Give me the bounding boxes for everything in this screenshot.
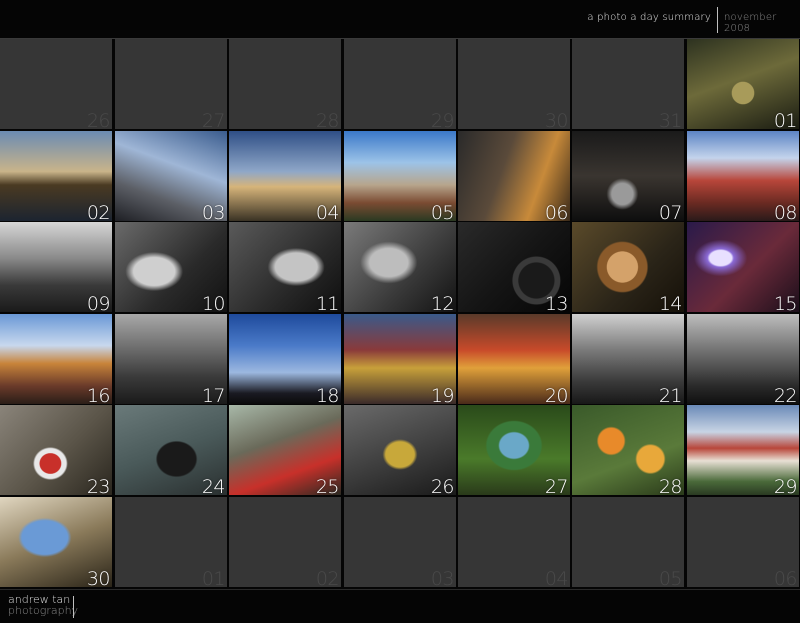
day-number: 19 bbox=[430, 385, 455, 405]
day-number: 28 bbox=[315, 110, 340, 130]
day-number: 05 bbox=[658, 568, 683, 588]
empty-day-cell: 06 bbox=[687, 497, 799, 587]
day-number: 26 bbox=[86, 110, 111, 130]
photo-thumbnail[interactable]: 18 bbox=[229, 314, 341, 404]
photo-thumbnail[interactable]: 30 bbox=[0, 497, 112, 587]
day-number: 07 bbox=[658, 202, 683, 222]
photo-thumbnail[interactable]: 01 bbox=[687, 39, 799, 129]
photo-thumbnail[interactable]: 26 bbox=[344, 405, 456, 495]
day-number: 18 bbox=[315, 385, 340, 405]
photo-thumbnail[interactable]: 20 bbox=[458, 314, 570, 404]
day-number: 14 bbox=[658, 293, 683, 313]
day-number: 03 bbox=[430, 568, 455, 588]
photo-thumbnail[interactable]: 03 bbox=[115, 131, 227, 221]
photo-thumbnail[interactable]: 21 bbox=[572, 314, 684, 404]
photo-thumbnail[interactable]: 08 bbox=[687, 131, 799, 221]
day-number: 28 bbox=[658, 476, 683, 496]
photo-thumbnail[interactable]: 24 bbox=[115, 405, 227, 495]
day-number: 03 bbox=[201, 202, 226, 222]
day-number: 11 bbox=[315, 293, 340, 313]
day-number: 02 bbox=[86, 202, 111, 222]
empty-day-cell: 01 bbox=[115, 497, 227, 587]
photo-thumbnail[interactable]: 15 bbox=[687, 222, 799, 312]
photo-thumbnail[interactable]: 29 bbox=[687, 405, 799, 495]
day-number: 24 bbox=[201, 476, 226, 496]
day-number: 31 bbox=[658, 110, 683, 130]
empty-day-cell: 27 bbox=[115, 39, 227, 129]
photo-thumbnail[interactable]: 05 bbox=[344, 131, 456, 221]
day-number: 29 bbox=[430, 110, 455, 130]
day-number: 02 bbox=[315, 568, 340, 588]
day-number: 12 bbox=[430, 293, 455, 313]
empty-day-cell: 03 bbox=[344, 497, 456, 587]
day-number: 23 bbox=[86, 476, 111, 496]
day-number: 30 bbox=[544, 110, 569, 130]
empty-day-cell: 04 bbox=[458, 497, 570, 587]
empty-day-cell: 02 bbox=[229, 497, 341, 587]
empty-day-cell: 26 bbox=[0, 39, 112, 129]
day-number: 01 bbox=[773, 110, 798, 130]
photo-thumbnail[interactable]: 28 bbox=[572, 405, 684, 495]
calendar-grid: 26 27 28 29 30 31 01 02 03 04 05 06 07 08 09 10 11 12 13 14… bbox=[0, 39, 800, 589]
photo-thumbnail[interactable]: 10 bbox=[115, 222, 227, 312]
header-bar: a photo a day summary november 2008 bbox=[0, 0, 800, 39]
photo-thumbnail[interactable]: 27 bbox=[458, 405, 570, 495]
photo-thumbnail[interactable]: 25 bbox=[229, 405, 341, 495]
day-number: 22 bbox=[773, 385, 798, 405]
day-number: 04 bbox=[315, 202, 340, 222]
header-divider bbox=[717, 7, 718, 33]
photo-thumbnail[interactable]: 22 bbox=[687, 314, 799, 404]
photo-thumbnail[interactable]: 04 bbox=[229, 131, 341, 221]
day-number: 30 bbox=[86, 568, 111, 588]
footer-divider bbox=[73, 596, 74, 618]
day-number: 21 bbox=[658, 385, 683, 405]
photographer-subtitle: photography bbox=[8, 604, 79, 617]
day-number: 09 bbox=[86, 293, 111, 313]
photo-thumbnail[interactable]: 19 bbox=[344, 314, 456, 404]
photo-thumbnail[interactable]: 14 bbox=[572, 222, 684, 312]
footer-bar: andrew tan photography bbox=[0, 589, 800, 623]
photo-thumbnail[interactable]: 06 bbox=[458, 131, 570, 221]
photo-thumbnail[interactable]: 13 bbox=[458, 222, 570, 312]
photo-thumbnail[interactable]: 17 bbox=[115, 314, 227, 404]
empty-day-cell: 31 bbox=[572, 39, 684, 129]
day-number: 05 bbox=[430, 202, 455, 222]
month-label: november 2008 bbox=[724, 12, 777, 34]
day-number: 16 bbox=[86, 385, 111, 405]
empty-day-cell: 28 bbox=[229, 39, 341, 129]
day-number: 01 bbox=[201, 568, 226, 588]
day-number: 26 bbox=[430, 476, 455, 496]
day-number: 27 bbox=[544, 476, 569, 496]
day-number: 20 bbox=[544, 385, 569, 405]
day-number: 06 bbox=[544, 202, 569, 222]
day-number: 15 bbox=[773, 293, 798, 313]
day-number: 06 bbox=[773, 568, 798, 588]
day-number: 10 bbox=[201, 293, 226, 313]
day-number: 17 bbox=[201, 385, 226, 405]
day-number: 27 bbox=[201, 110, 226, 130]
empty-day-cell: 30 bbox=[458, 39, 570, 129]
day-number: 08 bbox=[773, 202, 798, 222]
day-number: 04 bbox=[544, 568, 569, 588]
photo-thumbnail[interactable]: 23 bbox=[0, 405, 112, 495]
empty-day-cell: 05 bbox=[572, 497, 684, 587]
photo-thumbnail[interactable]: 16 bbox=[0, 314, 112, 404]
day-number: 13 bbox=[544, 293, 569, 313]
photo-thumbnail[interactable]: 02 bbox=[0, 131, 112, 221]
photo-thumbnail[interactable]: 09 bbox=[0, 222, 112, 312]
photo-thumbnail[interactable]: 11 bbox=[229, 222, 341, 312]
empty-day-cell: 29 bbox=[344, 39, 456, 129]
photo-thumbnail[interactable]: 07 bbox=[572, 131, 684, 221]
day-number: 29 bbox=[773, 476, 798, 496]
page-title: a photo a day summary bbox=[587, 12, 711, 23]
photo-thumbnail[interactable]: 12 bbox=[344, 222, 456, 312]
day-number: 25 bbox=[315, 476, 340, 496]
